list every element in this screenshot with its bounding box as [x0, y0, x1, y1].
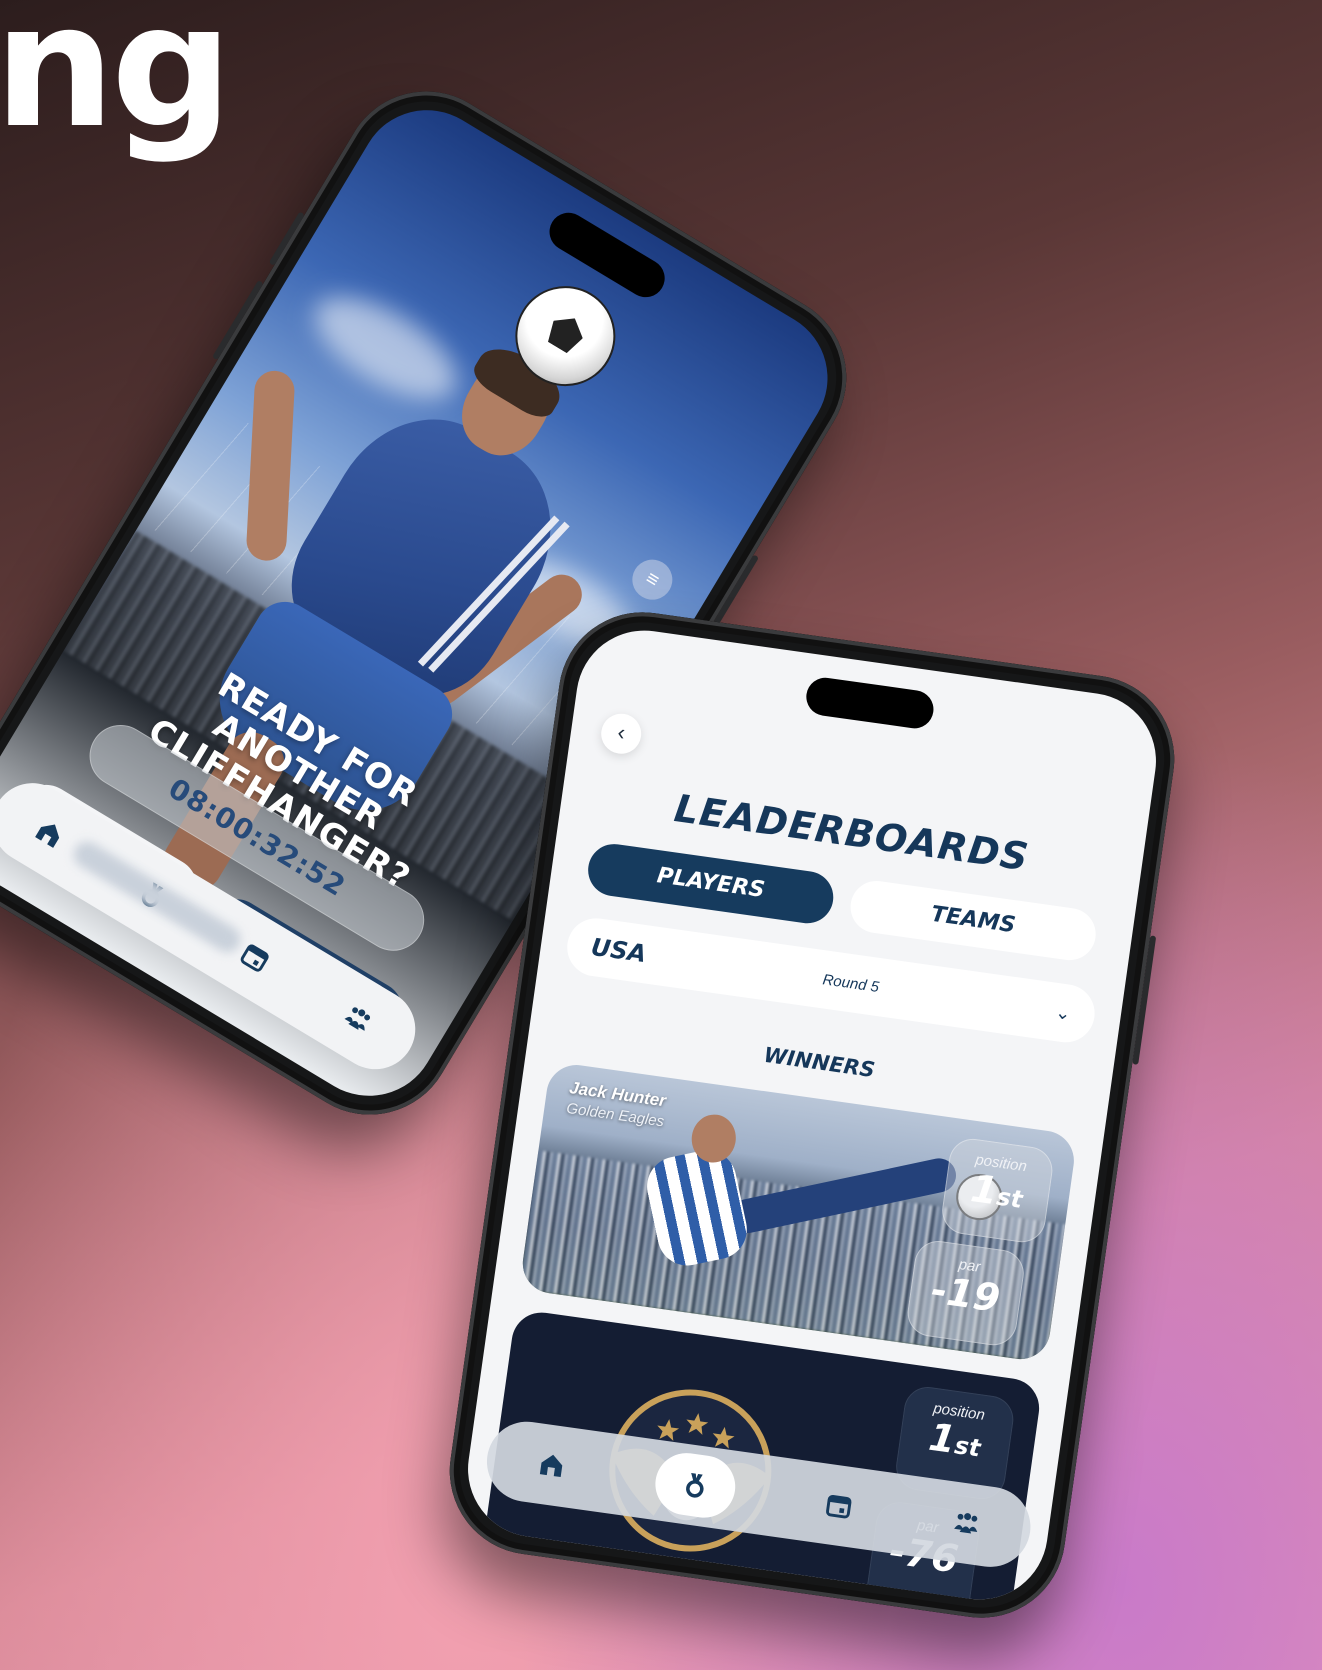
- team-icon[interactable]: [939, 1496, 993, 1550]
- medal-icon[interactable]: [650, 1449, 739, 1522]
- chevron-down-icon: ⌄: [1054, 1001, 1073, 1024]
- home-icon[interactable]: [524, 1438, 578, 1492]
- team-position-suffix: st: [952, 1431, 983, 1463]
- leaderboards-screen: ‹ LEADERBOARDS PLAYERS TEAMS USA Round 5…: [459, 621, 1165, 1609]
- country-value: USA: [589, 932, 649, 969]
- position-suffix: st: [994, 1182, 1025, 1214]
- team-icon[interactable]: [325, 986, 391, 1052]
- tab-teams[interactable]: TEAMS: [847, 877, 1100, 964]
- round-value: Round 5: [821, 970, 881, 996]
- dynamic-island: [803, 675, 936, 731]
- tab-players[interactable]: PLAYERS: [584, 840, 837, 927]
- phone-leaderboards-screen: ‹ LEADERBOARDS PLAYERS TEAMS USA Round 5…: [438, 601, 1186, 1629]
- home-icon[interactable]: [17, 801, 83, 867]
- chevron-left-icon: ‹: [616, 719, 627, 746]
- headline-text: ng: [0, 0, 233, 166]
- par-badge: par -19: [904, 1237, 1027, 1349]
- calendar-icon[interactable]: [811, 1478, 865, 1532]
- back-button[interactable]: ‹: [598, 711, 644, 757]
- winner-player-card[interactable]: Jack Hunter Golden Eagles position 1st p…: [518, 1061, 1078, 1363]
- position-badge: position 1st: [939, 1135, 1056, 1246]
- menu-icon[interactable]: ≡: [624, 552, 680, 608]
